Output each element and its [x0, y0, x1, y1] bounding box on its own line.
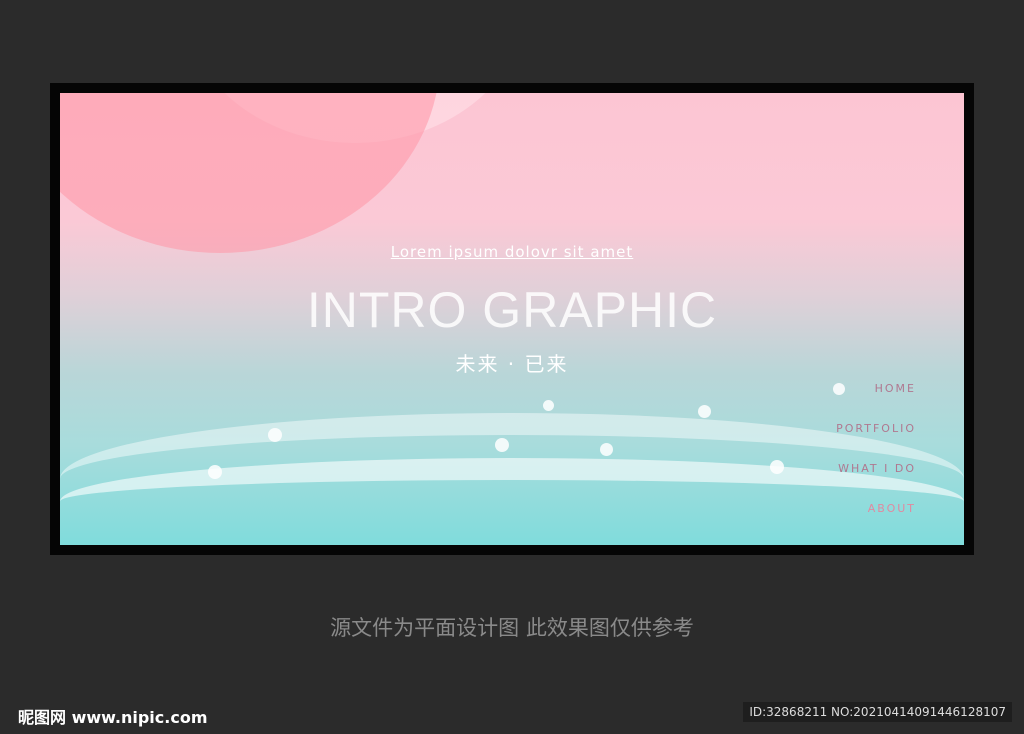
banner-artwork: Lorem ipsum dolovr sit amet INTRO GRAPHI…: [60, 93, 964, 545]
caption: 源文件为平面设计图 此效果图仅供参考: [330, 616, 694, 640]
decorative-circle: [60, 93, 440, 253]
bokeh-dot: [833, 383, 845, 395]
chinese-subtitle: 未来 · 已来: [455, 352, 569, 376]
nav-portfolio[interactable]: PORTFOLIO: [836, 422, 916, 435]
subtitle-link[interactable]: Lorem ipsum dolovr sit amet: [60, 243, 964, 261]
light-wave: [60, 458, 964, 545]
bokeh-dot: [495, 438, 509, 452]
bokeh-dot: [600, 443, 613, 456]
bokeh-dot: [543, 400, 554, 411]
nav-about[interactable]: ABOUT: [868, 502, 916, 515]
bokeh-dot: [208, 465, 222, 479]
image-id: ID:32868211 NO:20210414091446128107: [743, 702, 1012, 722]
nav-what-i-do[interactable]: WHAT I DO: [838, 462, 916, 475]
site-logo: 昵图网 www.nipic.com: [18, 708, 208, 727]
bokeh-dot: [698, 405, 711, 418]
nav-home[interactable]: HOME: [875, 382, 916, 395]
bokeh-dot: [770, 460, 784, 474]
bokeh-dot: [268, 428, 282, 442]
banner-title: INTRO GRAPHIC: [306, 282, 718, 338]
banner-frame: Lorem ipsum dolovr sit amet INTRO GRAPHI…: [50, 83, 974, 555]
